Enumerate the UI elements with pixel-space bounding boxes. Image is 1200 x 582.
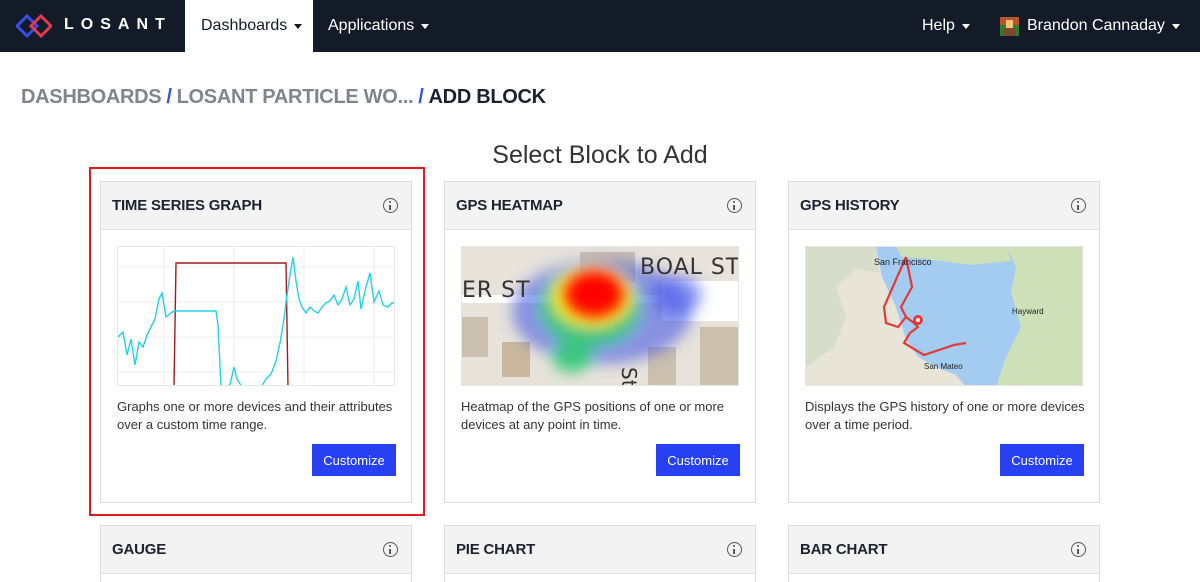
nav-applications-label: Applications <box>328 17 415 34</box>
info-icon[interactable] <box>727 542 742 557</box>
map-label: San Mateo <box>924 362 963 371</box>
breadcrumb: DASHBOARDS / LOSANT PARTICLE WO... / ADD BLO… <box>21 86 546 109</box>
card-header: GPS HISTORY <box>789 182 1099 230</box>
breadcrumb-separator: / <box>418 86 424 108</box>
logo-text[interactable]: LOSANT <box>64 16 172 34</box>
nav-dashboards-label: Dashboards <box>201 17 288 34</box>
nav-help-label: Help <box>922 17 955 34</box>
card-description: Heatmap of the GPS positions of one or m… <box>461 399 725 432</box>
block-card-gps-heatmap[interactable]: GPS HEATMAP ER ST BOAL ST St Heatmap of … <box>444 181 756 503</box>
nav-help-menu[interactable]: Help <box>922 0 970 52</box>
map-label: San Francisco <box>874 257 932 267</box>
gps-history-preview-image: San Francisco Hayward San Mateo <box>805 246 1083 386</box>
heatmap-street-label: St <box>617 367 641 386</box>
chevron-down-icon <box>421 23 430 29</box>
map-label: Hayward <box>1012 307 1044 316</box>
block-card-pie-chart[interactable]: PIE CHART <box>444 525 756 582</box>
block-card-gauge[interactable]: GAUGE <box>100 525 412 582</box>
chevron-down-icon <box>961 23 970 29</box>
breadcrumb-separator: / <box>166 86 172 108</box>
card-title: BAR CHART <box>800 541 888 558</box>
card-header: PIE CHART <box>445 526 755 574</box>
card-header: BAR CHART <box>789 526 1099 574</box>
chevron-down-icon <box>1171 23 1180 29</box>
customize-button[interactable]: Customize <box>1000 444 1084 476</box>
avatar <box>1000 16 1019 36</box>
customize-button[interactable]: Customize <box>656 444 740 476</box>
info-icon[interactable] <box>727 198 742 213</box>
card-header: GPS HEATMAP <box>445 182 755 230</box>
nav-dashboards-menu[interactable]: Dashboards <box>185 0 313 52</box>
card-title: PIE CHART <box>456 541 536 558</box>
losant-logo-icon[interactable] <box>14 13 54 39</box>
card-title: GPS HISTORY <box>800 197 900 214</box>
chevron-down-icon <box>294 23 303 29</box>
user-name: Brandon Cannaday <box>1027 17 1165 34</box>
card-description: Displays the GPS history of one or more … <box>805 399 1085 432</box>
block-card-gps-history[interactable]: GPS HISTORY San Francisco Hayward San Ma… <box>788 181 1100 503</box>
breadcrumb-dashboards-link[interactable]: DASHBOARDS <box>21 86 162 108</box>
nav-applications-menu[interactable]: Applications <box>328 0 430 52</box>
heatmap-street-label: ER ST <box>462 278 531 303</box>
info-icon[interactable] <box>1071 542 1086 557</box>
card-header: GAUGE <box>101 526 411 574</box>
breadcrumb-current: ADD BLOCK <box>428 86 547 108</box>
breadcrumb-dashboard-link[interactable]: LOSANT PARTICLE WO... <box>177 86 414 108</box>
info-icon[interactable] <box>1071 198 1086 213</box>
info-icon[interactable] <box>383 542 398 557</box>
selection-highlight <box>89 167 425 516</box>
block-card-bar-chart[interactable]: BAR CHART <box>788 525 1100 582</box>
gps-heatmap-preview-image: ER ST BOAL ST St <box>461 246 739 386</box>
page-title: Select Block to Add <box>492 141 708 169</box>
card-title: GAUGE <box>112 541 167 558</box>
heatmap-street-label: BOAL ST <box>640 255 739 280</box>
card-title: GPS HEATMAP <box>456 197 563 214</box>
user-menu[interactable]: Brandon Cannaday <box>1000 0 1180 52</box>
top-navbar: LOSANT Dashboards Applications Help Bran… <box>0 0 1200 52</box>
